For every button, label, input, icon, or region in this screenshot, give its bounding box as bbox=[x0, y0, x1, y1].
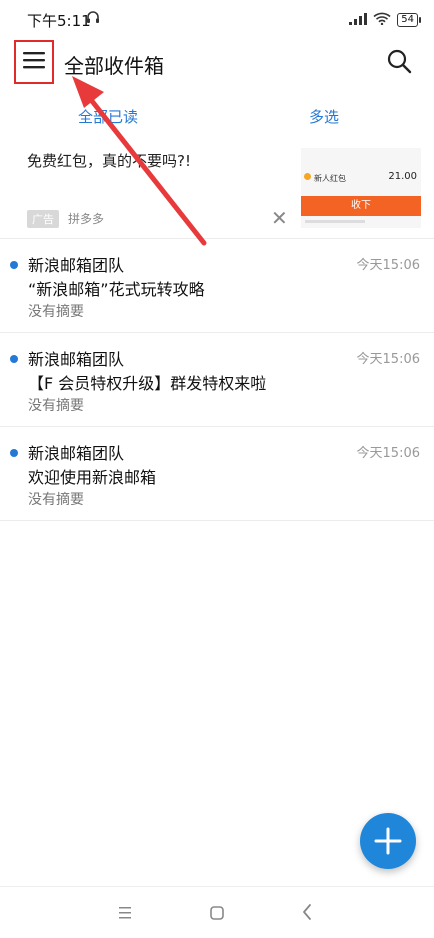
mail-summary: 没有摘要 bbox=[28, 304, 84, 320]
mail-item[interactable]: 新浪邮箱团队 今天15:06 【F 会员特权升级】群发特权来啦 没有摘要 bbox=[0, 333, 434, 427]
mark-all-read-button[interactable]: 全部已读 bbox=[78, 106, 138, 127]
system-nav-bar bbox=[0, 886, 434, 938]
search-button[interactable] bbox=[386, 48, 416, 78]
compose-button[interactable] bbox=[360, 813, 416, 869]
nav-menu-icon[interactable] bbox=[117, 905, 133, 924]
menu-button[interactable] bbox=[14, 40, 54, 84]
mail-item[interactable]: 新浪邮箱团队 今天15:06 “新浪邮箱”花式玩转攻略 没有摘要 bbox=[0, 239, 434, 333]
page-title: 全部收件箱 bbox=[64, 54, 164, 78]
mail-sender: 新浪邮箱团队 bbox=[28, 256, 125, 275]
coupon-icon bbox=[304, 173, 311, 180]
battery-indicator: 54 bbox=[397, 12, 421, 27]
mail-summary: 没有摘要 bbox=[28, 492, 84, 508]
ad-text: 免费红包，真的不要吗?! bbox=[27, 152, 191, 170]
mail-sender: 新浪邮箱团队 bbox=[28, 444, 125, 463]
unread-dot bbox=[10, 449, 18, 457]
mail-subject: “新浪邮箱”花式玩转攻略 bbox=[28, 280, 205, 299]
mail-summary: 没有摘要 bbox=[28, 398, 84, 414]
mail-item[interactable]: 新浪邮箱团队 今天15:06 欢迎使用新浪邮箱 没有摘要 bbox=[0, 427, 434, 521]
app-header: 全部收件箱 bbox=[0, 40, 434, 88]
mail-list: 新浪邮箱团队 今天15:06 “新浪邮箱”花式玩转攻略 没有摘要 新浪邮箱团队 … bbox=[0, 239, 434, 521]
status-time: 下午5:11 bbox=[27, 12, 91, 30]
wifi-icon bbox=[373, 10, 391, 29]
status-icons: 54 bbox=[349, 10, 421, 29]
action-row: 全部已读 多选 bbox=[0, 100, 434, 134]
mail-time: 今天15:06 bbox=[356, 258, 420, 273]
thumb-accept-button: 收下 bbox=[301, 196, 421, 216]
mail-subject: 【F 会员特权升级】群发特权来啦 bbox=[28, 374, 267, 393]
unread-dot bbox=[10, 261, 18, 269]
inbox-screen: 下午5:11 54 全部收件箱 全部已读 多选 免费红包，真的不要吗?! 广告 … bbox=[0, 0, 434, 938]
unread-dot bbox=[10, 355, 18, 363]
ad-card[interactable]: 免费红包，真的不要吗?! 广告 拼多多 ✕ 新人红包 21.00 收下 bbox=[0, 146, 434, 239]
close-icon[interactable]: ✕ bbox=[271, 208, 288, 228]
mail-sender: 新浪邮箱团队 bbox=[28, 350, 125, 369]
multi-select-button[interactable]: 多选 bbox=[309, 106, 339, 127]
mail-time: 今天15:06 bbox=[356, 446, 420, 461]
ad-thumbnail: 新人红包 21.00 收下 bbox=[301, 148, 421, 228]
nav-home-icon[interactable] bbox=[209, 905, 225, 925]
hamburger-menu-icon bbox=[23, 51, 45, 73]
mail-time: 今天15:06 bbox=[356, 352, 420, 367]
thumb-label: 新人红包 bbox=[314, 174, 346, 183]
thumb-amount: 21.00 bbox=[388, 171, 417, 182]
plus-icon bbox=[374, 827, 402, 855]
thumb-header: 新人红包 21.00 bbox=[301, 170, 421, 188]
search-icon bbox=[386, 49, 412, 78]
thumb-footer bbox=[305, 220, 365, 223]
signal-icon bbox=[349, 10, 368, 29]
ad-source: 拼多多 bbox=[68, 212, 105, 226]
status-bar: 下午5:11 54 bbox=[0, 0, 434, 40]
headphone-icon bbox=[86, 9, 100, 28]
mail-subject: 欢迎使用新浪邮箱 bbox=[28, 468, 157, 487]
nav-back-icon[interactable] bbox=[300, 903, 314, 925]
ad-badge: 广告 bbox=[27, 210, 59, 228]
